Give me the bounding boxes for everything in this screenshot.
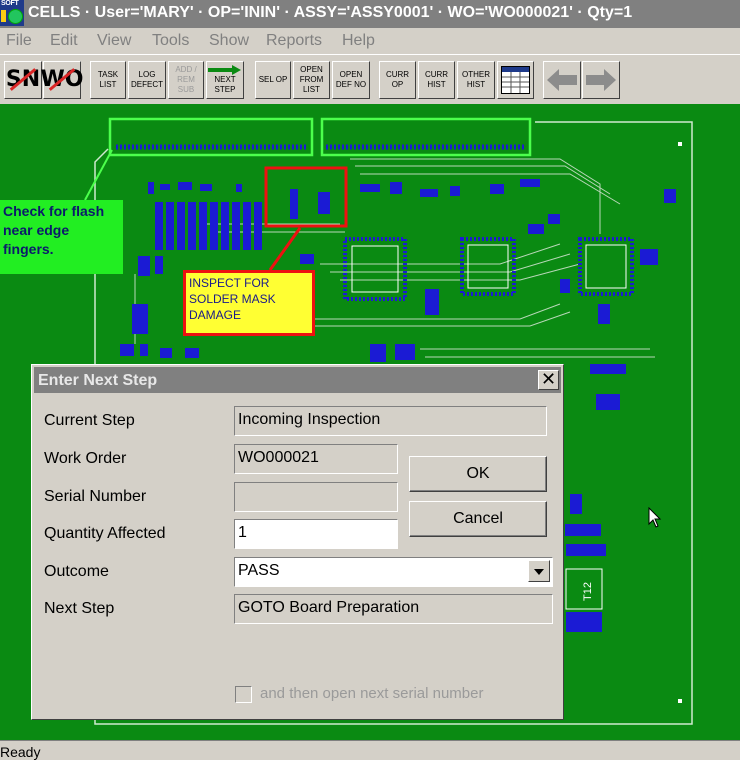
cancel-button[interactable]: Cancel [409, 501, 547, 537]
serial-number-label: Serial Number [44, 488, 147, 505]
back-button[interactable] [543, 61, 581, 99]
close-button[interactable]: ✕ [538, 370, 559, 390]
work-order-label: Work Order [44, 450, 127, 467]
next-step-arrow-icon [208, 65, 241, 75]
current-step-field: Incoming Inspection [234, 406, 547, 436]
title-bar: SOFT CELLS · User='MARY' · OP='ININ' · A… [0, 0, 740, 28]
outcome-select[interactable]: PASS [234, 557, 553, 587]
forward-button[interactable] [582, 61, 620, 99]
status-text: Ready [0, 744, 41, 760]
mouse-pointer-icon [648, 507, 662, 528]
add-remove-sub-button[interactable]: ADD / REM SUB [168, 61, 204, 99]
menu-show[interactable]: Show [209, 32, 249, 50]
enter-next-step-dialog: Enter Next Step ✕ Current Step Incoming … [31, 364, 564, 720]
open-def-no-button[interactable]: OPEN DEF NO [332, 61, 370, 99]
outcome-value: PASS [238, 562, 280, 579]
quantity-affected-input[interactable]: 1 [234, 519, 398, 549]
corner-pad [678, 142, 682, 146]
next-step-button[interactable]: NEXT STEP [206, 61, 244, 99]
callout-mask-leader [268, 227, 302, 271]
task-list-button[interactable]: TASK LIST [90, 61, 126, 99]
quantity-affected-label: Quantity Affected [44, 525, 166, 542]
menu-help[interactable]: Help [342, 32, 375, 50]
menu-edit[interactable]: Edit [50, 32, 78, 50]
next-step-field: GOTO Board Preparation [234, 594, 553, 624]
open-next-serial-checkbox[interactable] [235, 686, 252, 703]
edge-connector-left [108, 117, 314, 157]
current-history-button[interactable]: CURR HIST [418, 61, 455, 99]
work-order-field: WO000021 [234, 444, 398, 474]
open-from-list-button[interactable]: OPEN FROM LIST [293, 61, 330, 99]
close-icon: ✕ [540, 369, 557, 390]
grid-view-button[interactable] [497, 61, 534, 99]
menu-bar: File Edit View Tools Show Reports Help [0, 28, 740, 54]
back-arrow-icon [547, 69, 577, 91]
current-op-button[interactable]: CURR OP [379, 61, 416, 99]
window-title: CELLS · User='MARY' · OP='ININ' · ASSY='… [28, 4, 633, 21]
serial-number-field [234, 482, 398, 512]
menu-view[interactable]: View [97, 32, 131, 50]
menu-tools[interactable]: Tools [152, 32, 189, 50]
callout-solder-mask-note: INSPECT FOR SOLDER MASK DAMAGE [183, 270, 315, 336]
component-t12-label: T12 [582, 582, 594, 601]
next-step-label: Next Step [44, 600, 115, 617]
callout-flash-note: Check for flash near edge fingers. [0, 200, 123, 274]
chevron-down-icon[interactable] [528, 560, 550, 582]
select-op-button[interactable]: SEL OP [255, 61, 291, 99]
dialog-title: Enter Next Step [38, 372, 158, 389]
dialog-title-bar: Enter Next Step ✕ [34, 367, 561, 393]
status-bar: Ready [0, 740, 740, 759]
ic-chips [343, 237, 634, 301]
log-defect-button[interactable]: LOG DEFECT [128, 61, 166, 99]
app-logo: SOFT [0, 0, 24, 26]
next-step-label: NEXT STEP [214, 75, 236, 94]
outcome-label: Outcome [44, 563, 109, 580]
serial-number-button[interactable]: SN [4, 61, 42, 99]
grid-view-icon [501, 66, 530, 94]
open-next-serial-label: and then open next serial number [260, 685, 484, 702]
other-history-button[interactable]: OTHER HIST [457, 61, 495, 99]
menu-reports[interactable]: Reports [266, 32, 322, 50]
menu-file[interactable]: File [6, 32, 32, 50]
inspection-highlight-box [264, 166, 348, 228]
current-step-label: Current Step [44, 412, 135, 429]
edge-connector-right [320, 117, 532, 157]
work-order-button[interactable]: WO [41, 61, 83, 99]
corner-pad [678, 699, 682, 703]
ok-button[interactable]: OK [409, 456, 547, 492]
logo-text: SOFT [1, 0, 19, 7]
forward-arrow-icon [586, 69, 616, 91]
toolbar: SN WO TASK LIST LOG DEFECT ADD / REM SUB… [0, 54, 740, 106]
